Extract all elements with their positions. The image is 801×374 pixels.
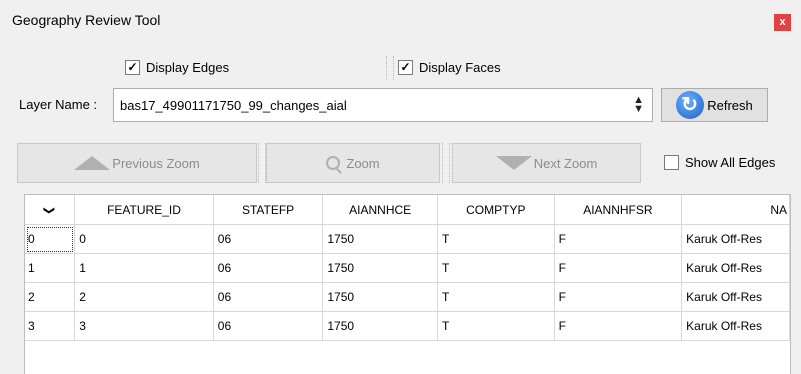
table-cell[interactable]: 1750: [322, 253, 438, 283]
row-header[interactable]: 1: [25, 253, 76, 283]
table-cell[interactable]: 1750: [322, 311, 438, 341]
display-edges-label: Display Edges: [146, 60, 230, 75]
magnifier-icon: [326, 156, 341, 170]
table-row[interactable]: 1 1 06 1750 T F Karuk Off-Res: [25, 253, 790, 283]
table-cell[interactable]: T: [437, 253, 555, 283]
title-bar: Geography Review Tool x: [0, 0, 801, 42]
checkbox-empty: [664, 155, 679, 170]
table-cell[interactable]: 06: [213, 253, 324, 283]
table-cell[interactable]: F: [554, 224, 683, 254]
table-cell[interactable]: T: [437, 282, 555, 312]
splitter-handle[interactable]: [442, 143, 450, 183]
layer-name-label: Layer Name :: [19, 97, 98, 112]
column-header[interactable]: FEATURE_ID: [74, 195, 214, 225]
refresh-icon: [676, 91, 705, 119]
column-header[interactable]: COMPTYP: [437, 195, 555, 225]
attribute-table[interactable]: ❯ FEATURE_ID STATEFP AIANNHCE COMPTYP AI…: [24, 194, 791, 374]
updown-arrow-icon: ▲ ▼: [633, 94, 644, 115]
arrow-up-icon: [74, 156, 111, 170]
chevron-down-icon: ❯: [43, 205, 56, 216]
table-cell[interactable]: 06: [213, 282, 324, 312]
table-cell[interactable]: 0: [74, 224, 214, 254]
table-cell[interactable]: F: [554, 311, 683, 341]
row-header[interactable]: 2: [25, 282, 76, 312]
table-cell[interactable]: 1750: [322, 282, 438, 312]
checkmark-icon: ✓: [398, 60, 413, 75]
layer-select-value: bas17_49901171750_99_changes_aial: [120, 98, 347, 113]
select-all-corner[interactable]: ❯: [25, 195, 76, 225]
display-faces-checkbox[interactable]: ✓ Display Faces: [398, 60, 501, 75]
show-all-edges-checkbox[interactable]: Show All Edges: [664, 155, 775, 170]
previous-zoom-label: Previous Zoom: [112, 155, 200, 171]
splitter-handle[interactable]: [258, 143, 266, 183]
table-cell[interactable]: F: [554, 253, 683, 283]
close-button[interactable]: x: [774, 14, 791, 31]
refresh-button[interactable]: Refresh: [661, 88, 768, 122]
row-header[interactable]: 3: [25, 311, 76, 341]
table-cell[interactable]: F: [554, 282, 683, 312]
table-cell[interactable]: 1: [74, 253, 214, 283]
zoom-button[interactable]: Zoom: [266, 143, 440, 183]
column-header[interactable]: AIANNHCE: [322, 195, 438, 225]
show-all-edges-label: Show All Edges: [685, 155, 776, 170]
splitter-handle[interactable]: [386, 56, 394, 80]
display-edges-checkbox[interactable]: ✓ Display Edges: [125, 60, 229, 75]
table-cell[interactable]: Karuk Off-Res: [681, 311, 790, 341]
table-cell[interactable]: Karuk Off-Res: [681, 282, 790, 312]
table-row[interactable]: 0 0 06 1750 T F Karuk Off-Res: [25, 224, 790, 254]
table-cell[interactable]: 2: [74, 282, 214, 312]
column-header[interactable]: AIANNHFSR: [554, 195, 683, 225]
row-header[interactable]: 0: [25, 224, 76, 254]
refresh-label: Refresh: [707, 97, 753, 113]
window-title: Geography Review Tool: [12, 12, 161, 28]
table-cell[interactable]: Karuk Off-Res: [681, 224, 790, 254]
table-cell[interactable]: 3: [74, 311, 214, 341]
table-cell[interactable]: 1750: [322, 224, 438, 254]
display-faces-label: Display Faces: [419, 60, 501, 75]
checkmark-icon: ✓: [125, 60, 140, 75]
table-cell[interactable]: T: [437, 224, 555, 254]
layer-select[interactable]: bas17_49901171750_99_changes_aial ▲ ▼: [113, 88, 653, 122]
table-cell[interactable]: Karuk Off-Res: [681, 253, 790, 283]
table-row[interactable]: 2 2 06 1750 T F Karuk Off-Res: [25, 282, 790, 312]
table-row[interactable]: 3 3 06 1750 T F Karuk Off-Res: [25, 311, 790, 341]
arrow-down-icon: [495, 156, 532, 170]
zoom-label: Zoom: [346, 155, 380, 171]
column-header[interactable]: STATEFP: [213, 195, 324, 225]
next-zoom-label: Next Zoom: [533, 155, 598, 171]
table-cell[interactable]: 06: [213, 311, 324, 341]
table-cell[interactable]: 06: [213, 224, 324, 254]
column-header[interactable]: NA: [681, 195, 790, 225]
previous-zoom-button[interactable]: Previous Zoom: [17, 143, 257, 183]
next-zoom-button[interactable]: Next Zoom: [452, 143, 641, 183]
table-cell[interactable]: T: [437, 311, 555, 341]
